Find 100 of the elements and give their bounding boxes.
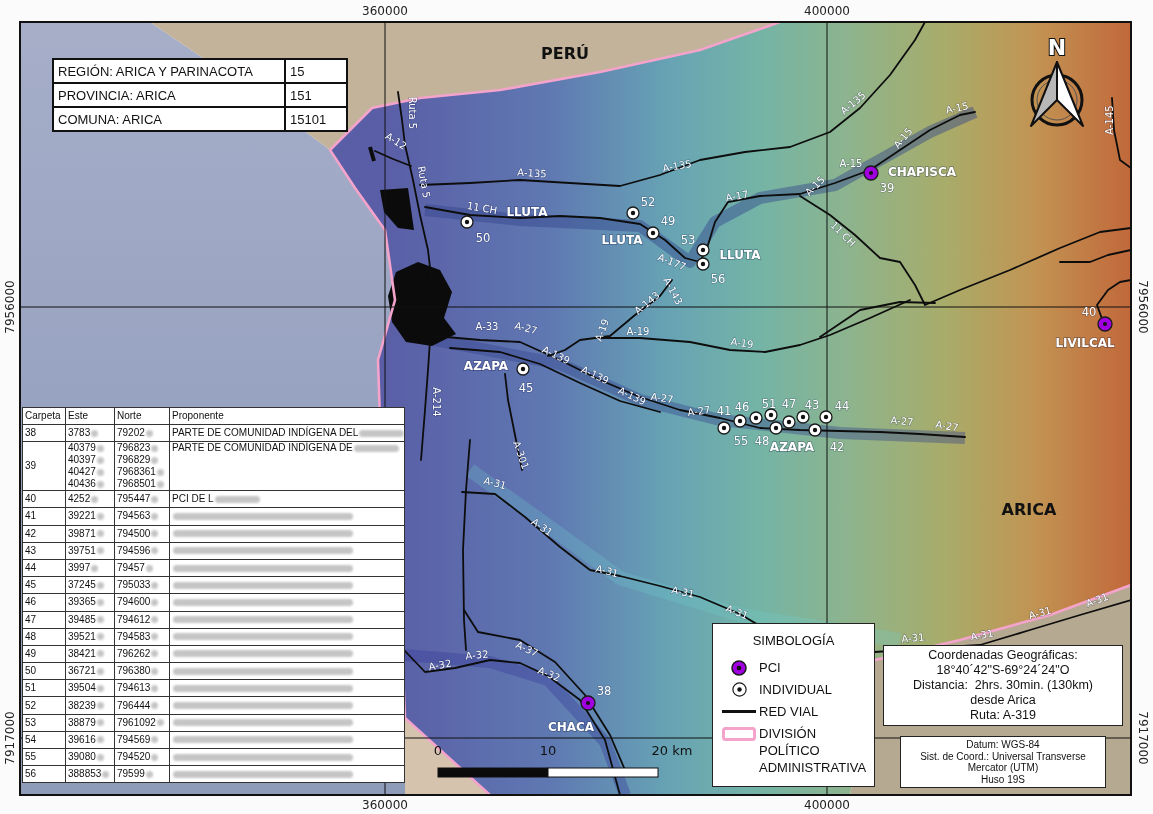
road-label: A-31 <box>901 631 925 645</box>
cell-text: 794569 <box>117 733 151 746</box>
cell-text: 794520 <box>117 751 151 764</box>
road-label: A-301 <box>510 439 532 471</box>
individual-marker-icon <box>626 206 640 220</box>
point-number: 41 <box>716 404 732 418</box>
info-text: Mercator (UTM) <box>967 762 1039 774</box>
cell-text: 37245 <box>68 579 96 592</box>
road-label: A-17 <box>724 188 750 204</box>
grid-coordinate: 7956000 <box>1136 280 1150 334</box>
cell-text: 7968501 <box>117 478 156 491</box>
road-label: Ruta 5 <box>406 96 418 130</box>
table-cell: 48 <box>22 628 66 646</box>
individual-marker-icon <box>796 410 810 424</box>
cell-text: 794600 <box>117 596 151 609</box>
table-cell: 54 <box>22 731 66 749</box>
road-label: A-15 <box>839 157 863 169</box>
cell-text: 38239 <box>68 699 96 712</box>
individual-marker-icon <box>731 682 747 697</box>
road-label: A-135 <box>661 158 693 174</box>
cell-text: 40427 <box>68 466 96 479</box>
table-cell: 53 <box>22 714 66 732</box>
table-cell: 51 <box>22 679 66 697</box>
table-cell: COMUNA: ARICA <box>53 107 285 131</box>
cell-text: 794596 <box>117 544 151 557</box>
individual-marker-icon <box>749 411 763 425</box>
info-text: Distancia: 2hrs. 30min. (130km) <box>913 678 1093 693</box>
cell-text: 3783 <box>68 427 91 440</box>
cell-text: 79599 <box>117 768 145 781</box>
table-cell: 41 <box>22 507 66 526</box>
grid-coordinate: 400000 <box>804 4 850 18</box>
individual-marker-icon <box>460 215 474 229</box>
table-cell: 15 <box>285 59 347 83</box>
cell-text: 388853 <box>68 768 102 781</box>
cell-text: 79202 <box>117 427 145 440</box>
place-label: AZAPA <box>769 440 815 454</box>
road-label: A-32 <box>536 664 562 684</box>
point-number: 46 <box>734 400 750 414</box>
column-header: Este <box>65 407 115 425</box>
cell-text: 39751 <box>68 544 96 557</box>
road-label: A-32 <box>465 648 489 662</box>
road-label: A-31 <box>482 474 508 492</box>
cell-text: PARTE DE COMUNIDAD INDÍGENA DE <box>172 442 353 455</box>
table-cell: 45 <box>22 576 66 594</box>
cell-text: 36721 <box>68 665 96 678</box>
cell-text: 40397 <box>68 454 96 467</box>
road-label: A-19 <box>729 335 755 351</box>
info-text: desde Arica <box>970 693 1036 708</box>
place-label: CHAPISCA <box>887 165 957 179</box>
point-number: 45 <box>518 381 534 395</box>
grid-coordinate: 7956000 <box>3 280 17 334</box>
table-cell: 39 <box>22 441 66 491</box>
north-arrow-icon <box>1030 61 1084 127</box>
road-label: A-31 <box>724 602 750 622</box>
road-label: A-27 <box>649 390 675 406</box>
north-label: N <box>1047 34 1067 60</box>
legend-label: DIVISIÓN POLÍTICO ADMINISTRATIVA <box>759 725 867 776</box>
table-cell: 46 <box>22 593 66 611</box>
road-label: A-19 <box>626 325 650 337</box>
cell-text: 4252 <box>68 493 91 506</box>
individual-marker-icon <box>696 243 710 257</box>
cell-text: 794563 <box>117 510 151 523</box>
cell-text: 39365 <box>68 596 96 609</box>
boundary-swatch-icon <box>722 727 756 741</box>
road-label: A-27 <box>513 319 539 337</box>
region-label: PERÚ <box>541 43 589 63</box>
legend-label: PCI <box>759 659 782 676</box>
info-text: 18°40´42"S-69°24´24"O <box>936 663 1070 678</box>
pci-marker-icon <box>580 695 596 711</box>
point-number: 40 <box>1081 305 1097 319</box>
cell-text: 795447 <box>117 493 151 506</box>
cell-text: 796262 <box>117 647 151 660</box>
info-text: Datum: WGS-84 <box>966 739 1040 751</box>
individual-marker-icon <box>733 414 747 428</box>
pci-marker-icon <box>731 659 747 676</box>
legend-label: INDIVIDUAL <box>759 681 833 698</box>
point-number: 48 <box>754 434 770 448</box>
road-label: Ruta 5 <box>415 165 433 199</box>
point-number: 50 <box>475 231 491 245</box>
cell-text: 796829 <box>117 454 151 467</box>
individual-marker-icon <box>764 408 778 422</box>
info-text: Huso 19S <box>981 773 1025 785</box>
table-cell: 52 <box>22 696 66 715</box>
road-label: A-135 <box>517 166 547 180</box>
cell-text: 796444 <box>117 699 151 712</box>
cell-text: 7968361 <box>117 466 156 479</box>
table-cell: 55 <box>22 748 66 766</box>
column-header: Proponente <box>169 407 405 425</box>
place-label: CHACA <box>547 720 595 734</box>
cell-text: 39616 <box>68 733 96 746</box>
cell-text: 39080 <box>68 751 96 764</box>
grid-coordinate: 360000 <box>362 798 408 812</box>
legend-title: SIMBOLOGÍA <box>751 633 836 648</box>
road-label: A-37 <box>514 639 540 659</box>
individual-marker-icon <box>696 257 710 271</box>
individual-marker-icon <box>717 421 731 435</box>
cell-text: 7961092 <box>117 716 156 729</box>
cell-text: 794612 <box>117 613 151 626</box>
grid-coordinate: 360000 <box>362 4 408 18</box>
table-cell: REGIÓN: ARICA Y PARINACOTA <box>53 59 285 83</box>
